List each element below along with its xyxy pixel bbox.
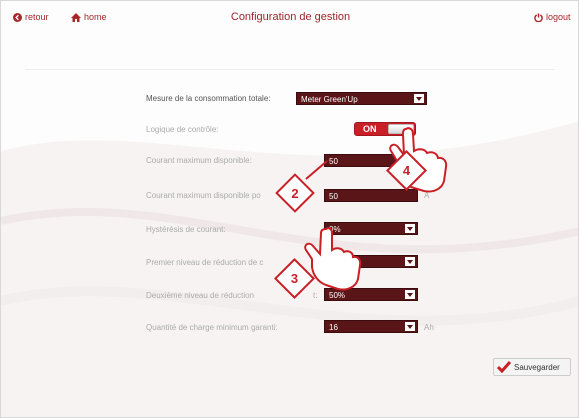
hysteresis-select[interactable]: 0% xyxy=(324,222,418,235)
label-first-reduction: Premier niveau de réduction de c xyxy=(146,258,264,267)
power-icon xyxy=(534,12,543,22)
page-title: Configuration de gestion xyxy=(230,11,351,23)
chevron-down-icon xyxy=(405,257,415,266)
max-current-per-unit: A xyxy=(424,191,430,200)
consumption-meter-select[interactable]: Meter Green'Up xyxy=(296,92,427,105)
save-label: Sauvegarder xyxy=(514,362,560,372)
chevron-down-icon xyxy=(405,224,415,233)
app-window: retour home Configuration de gestion log… xyxy=(0,0,579,418)
label-hysteresis: Hystérésis de courant: xyxy=(146,225,226,234)
background-swirl xyxy=(1,121,578,417)
save-button[interactable]: Sauvegarder xyxy=(493,358,571,376)
max-current-per-input[interactable]: 50 xyxy=(324,189,418,202)
label-second-reduction-tail: t: xyxy=(313,291,318,300)
divider xyxy=(25,69,555,70)
logout-label: logout xyxy=(546,12,571,22)
chevron-down-icon xyxy=(414,94,424,103)
label-total-consumption: Mesure de la consommation totale: xyxy=(146,94,271,103)
second-reduction-select[interactable]: 50% xyxy=(324,288,418,301)
max-current-input[interactable]: 50 xyxy=(324,154,418,167)
chevron-down-icon xyxy=(405,322,415,331)
max-current-unit: A xyxy=(424,156,430,165)
label-control-logic: Logique de contrôle: xyxy=(146,125,219,134)
logout-link[interactable]: logout xyxy=(534,12,571,22)
label-max-current-per: Courant maximum disponible po xyxy=(146,191,261,200)
label-second-reduction: Deuxième niveau de réduction xyxy=(146,291,255,300)
control-logic-toggle[interactable]: ON xyxy=(354,122,416,136)
min-charge-select[interactable]: 16 xyxy=(324,320,418,333)
checkmark-icon xyxy=(497,361,511,373)
label-max-current: Courant maximum disponible: xyxy=(146,156,252,165)
top-bar: retour home Configuration de gestion log… xyxy=(1,1,578,35)
label-min-charge: Quantité de charge minimum garanti: xyxy=(146,323,278,332)
first-reduction-select[interactable]: 75% xyxy=(324,255,418,268)
min-charge-unit: Ah xyxy=(424,323,434,332)
chevron-down-icon xyxy=(405,290,415,299)
toggle-knob xyxy=(388,124,414,134)
